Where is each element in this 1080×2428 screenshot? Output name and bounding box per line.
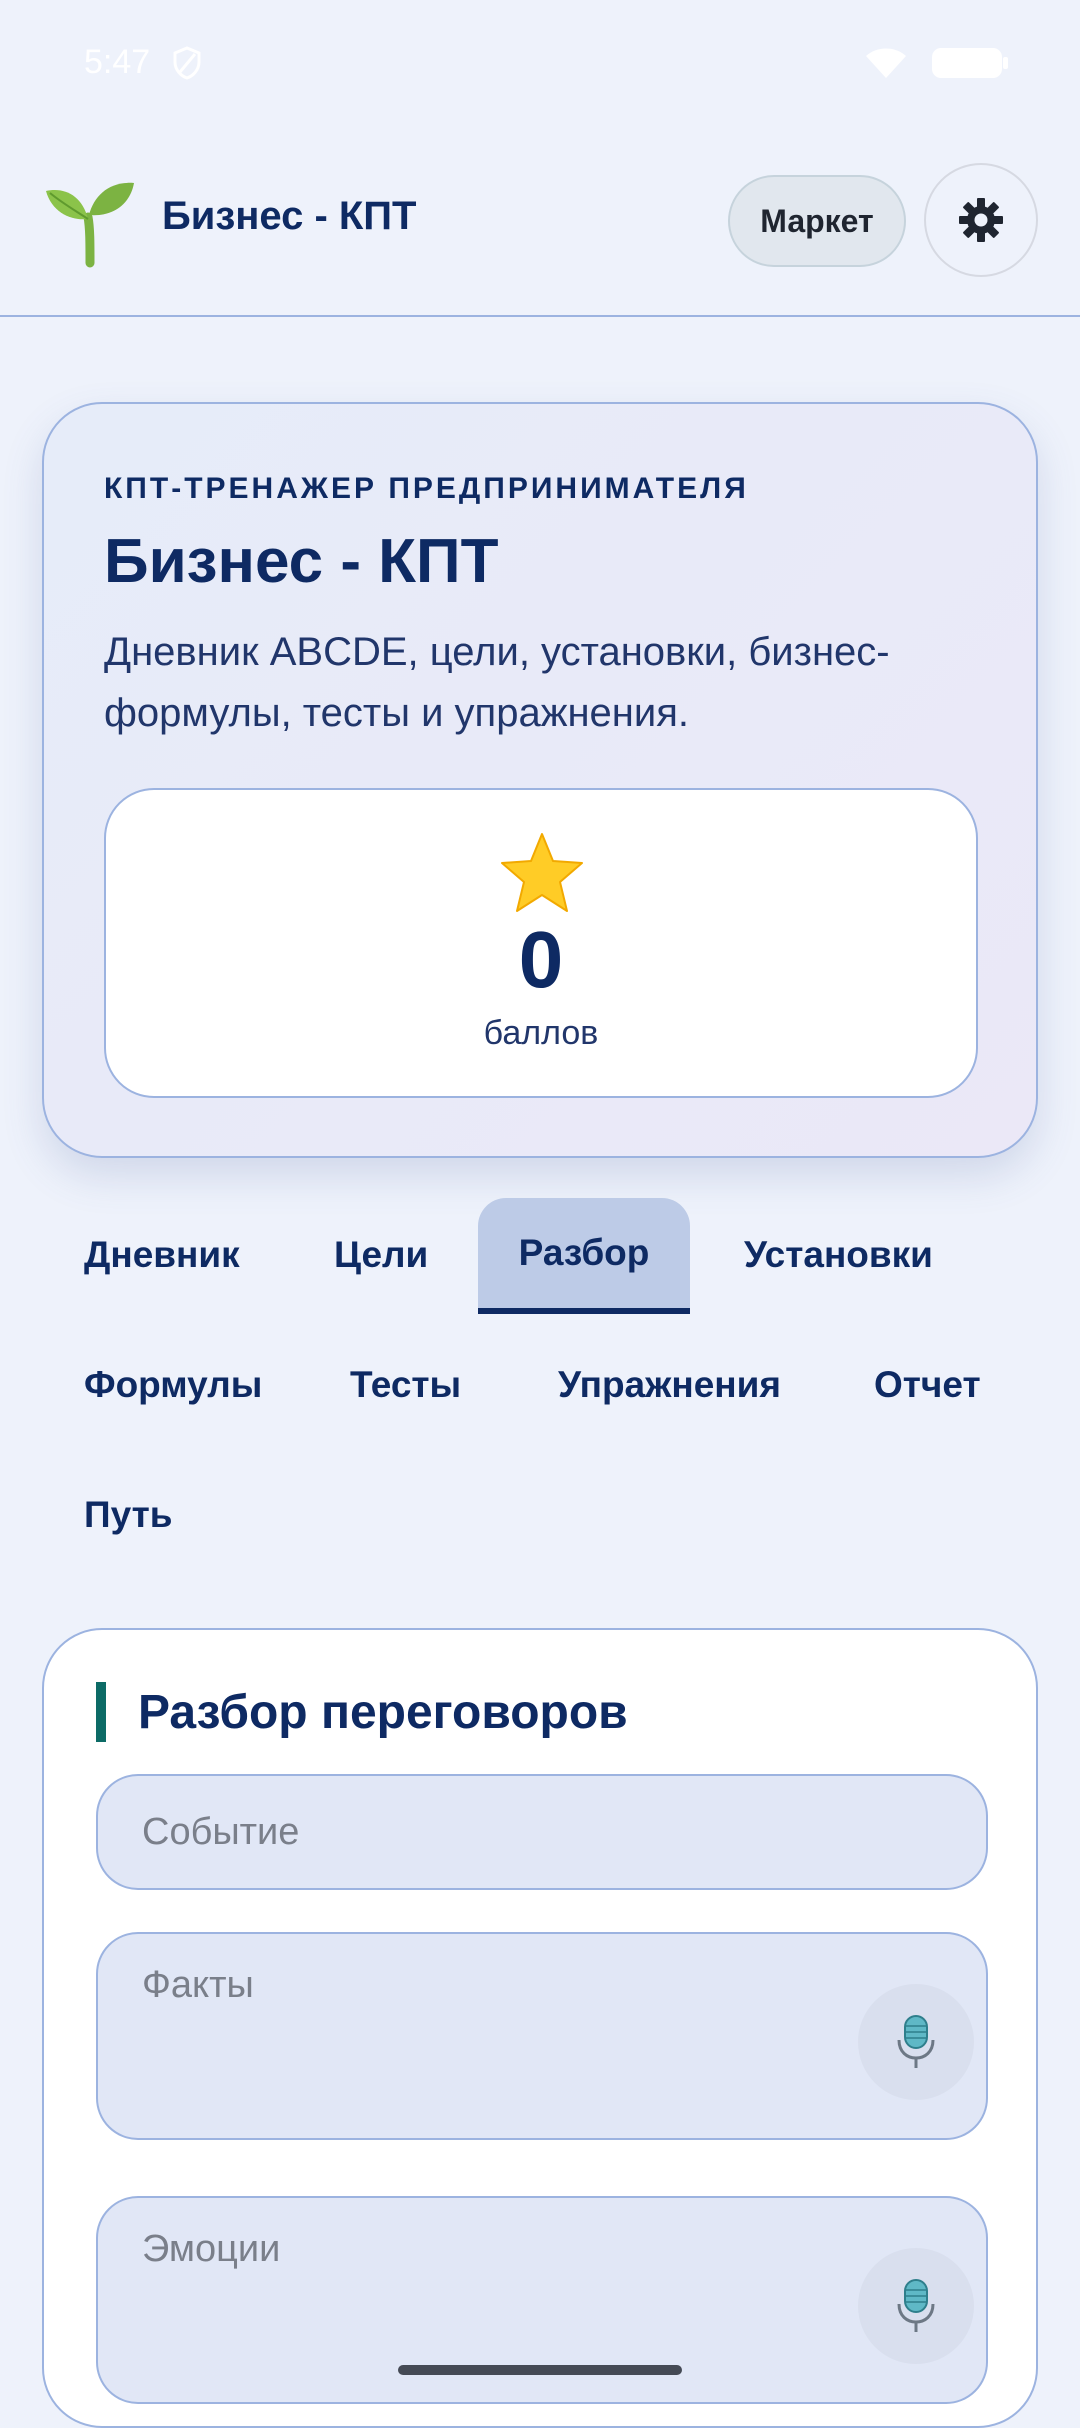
battery-icon [932,47,1008,78]
sprout-icon [46,182,134,268]
wifi-icon [866,48,906,78]
facts-mic-button[interactable] [858,1984,974,2100]
app-bar: Бизнес - КПТ Маркет [0,125,1080,317]
emotions-mic-button[interactable] [858,2248,974,2364]
tab-exercises[interactable]: Упражнения [558,1364,781,1406]
app-title: Бизнес - КПТ [162,194,417,238]
gear-icon [959,198,1003,242]
tab-path[interactable]: Путь [84,1494,173,1536]
status-time: 5:47 [84,43,151,81]
tab-analysis[interactable]: Разбор [478,1198,690,1314]
tab-report[interactable]: Отчет [874,1364,981,1406]
negotiation-analysis-card: Разбор переговоров [42,1628,1038,2428]
form-title: Разбор переговоров [138,1686,628,1739]
microphone-icon [897,2015,935,2068]
event-input[interactable] [96,1774,988,1890]
title-accent-bar [96,1682,106,1742]
tab-tests[interactable]: Тесты [350,1364,461,1406]
shield-icon [173,45,201,80]
tab-diary[interactable]: Дневник [84,1234,240,1276]
score-label: баллов [483,1014,599,1052]
status-right [864,46,1008,80]
hero-description: Дневник ABCDE, цели, установки, бизнес-ф… [104,630,890,735]
status-bar: 5:47 [0,0,1080,125]
hero-card: КПТ-ТРЕНАЖЕР ПРЕДПРИНИМАТЕЛЯ Бизнес - КП… [42,402,1038,1158]
market-button[interactable]: Маркет [728,175,906,267]
tab-goals[interactable]: Цели [334,1234,428,1276]
status-left: 5:47 [84,43,202,82]
microphone-icon [897,2279,935,2332]
tab-beliefs[interactable]: Установки [744,1234,933,1276]
tab-formulas[interactable]: Формулы [84,1364,262,1406]
hero-kicker: КПТ-ТРЕНАЖЕР ПРЕДПРИНИМАТЕЛЯ [104,472,749,505]
home-indicator[interactable] [398,2365,682,2375]
settings-button[interactable] [924,163,1038,277]
star-icon [501,833,583,912]
score-value: 0 [518,915,564,1004]
score-card: 0 баллов [104,788,978,1098]
tab-bar: Дневник Цели Разбор Установки Формулы Те… [0,1198,1080,1628]
facts-textarea[interactable] [96,1932,988,2140]
hero-title: Бизнес - КПТ [104,527,499,596]
